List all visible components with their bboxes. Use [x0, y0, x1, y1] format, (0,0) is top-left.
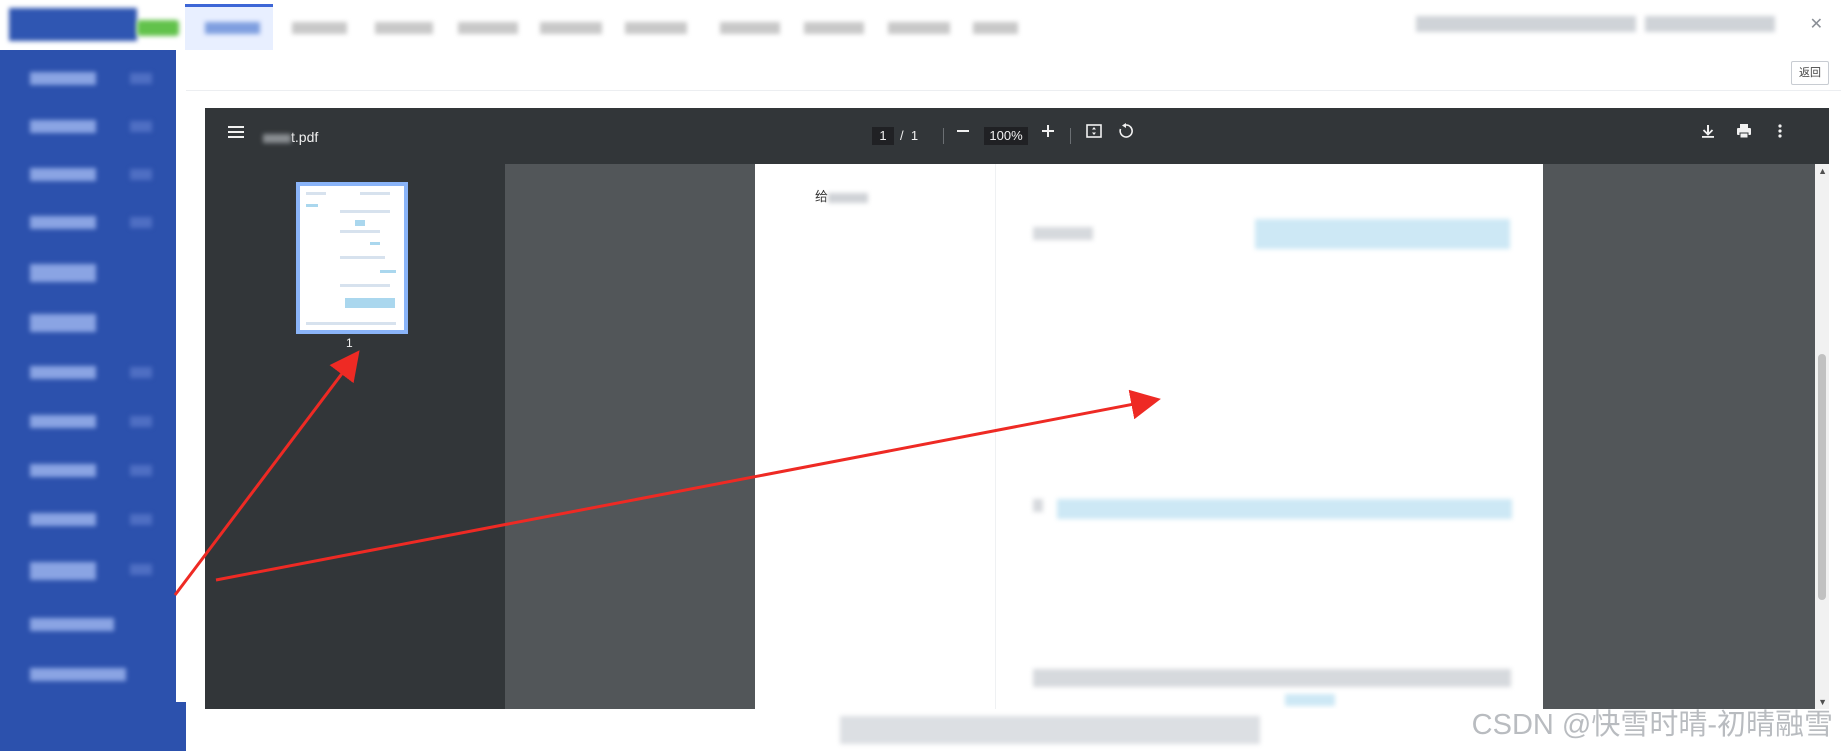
toolbar-divider — [943, 128, 944, 144]
close-icon[interactable]: ✕ — [1810, 14, 1823, 34]
thumb-line — [340, 256, 385, 259]
thumb-line — [306, 204, 318, 207]
sidebar — [0, 50, 186, 751]
chevron-icon — [130, 367, 152, 378]
chevron-icon — [130, 416, 152, 427]
zoom-level[interactable]: 100% — [984, 127, 1028, 145]
sidebar-item[interactable] — [30, 314, 96, 332]
viewer-scrollbar[interactable]: ▲ ▼ — [1815, 164, 1829, 709]
file-name-suffix: t.pdf — [291, 129, 319, 145]
download-icon[interactable] — [1699, 122, 1717, 145]
thumb-line — [340, 210, 390, 213]
page-count: / 1 — [900, 128, 918, 143]
sidebar-item[interactable] — [30, 168, 96, 181]
page-text-redacted — [1285, 694, 1335, 706]
nav-tab-2[interactable] — [292, 22, 347, 34]
nav-tab-9[interactable] — [888, 22, 950, 34]
page-text-redacted — [828, 192, 869, 203]
back-button[interactable]: 返回 — [1791, 61, 1829, 85]
page-text-redacted — [1255, 219, 1510, 249]
thumb-line — [340, 230, 380, 233]
thumb-line — [355, 220, 365, 226]
thumb-line — [306, 192, 326, 195]
page-text-redacted — [1033, 669, 1511, 687]
nav-tab-7[interactable] — [720, 22, 780, 34]
nav-tab-6[interactable] — [625, 22, 687, 34]
sidebar-item[interactable] — [30, 618, 114, 631]
page-number-input[interactable]: 1 — [872, 127, 894, 145]
app-logo[interactable] — [9, 8, 137, 41]
sidebar-item[interactable] — [30, 216, 96, 229]
top-bar: ✕ — [0, 0, 1841, 51]
scroll-up-icon[interactable]: ▲ — [1818, 166, 1827, 176]
thumb-line — [306, 322, 396, 325]
chevron-icon — [130, 217, 152, 228]
nav-tab-8[interactable] — [804, 22, 864, 34]
sidebar-item[interactable] — [30, 562, 96, 580]
sidebar-item[interactable] — [30, 464, 96, 477]
rotate-icon[interactable] — [1117, 122, 1135, 145]
page-total: 1 — [910, 128, 919, 143]
minus-icon[interactable] — [954, 122, 972, 145]
pdf-file-name: t.pdf — [263, 129, 318, 145]
thumb-line — [380, 270, 396, 273]
sidebar-item[interactable] — [30, 264, 96, 282]
action-bar: 返回 — [186, 50, 1841, 91]
chevron-icon — [130, 514, 152, 525]
pdf-viewer: t.pdf 1 / 1 100% 1 给 ▲ ▼ — [205, 108, 1829, 709]
nav-tab-3[interactable] — [375, 22, 433, 34]
print-icon[interactable] — [1735, 122, 1753, 145]
thumb-line — [345, 298, 395, 308]
toolbar-divider — [1070, 128, 1071, 144]
user-menu[interactable] — [1645, 16, 1775, 32]
page-text-redacted — [1033, 227, 1093, 240]
pdf-toolbar: t.pdf 1 / 1 100% — [205, 108, 1829, 164]
nav-tab-10[interactable] — [973, 22, 1018, 34]
chevron-icon — [130, 465, 152, 476]
page-text-redacted — [1033, 499, 1043, 512]
nav-tab-5[interactable] — [540, 22, 602, 34]
sidebar-item[interactable] — [30, 668, 126, 681]
sidebar-item[interactable] — [30, 72, 96, 85]
sidebar-scrollbar[interactable] — [176, 50, 186, 702]
sidebar-item[interactable] — [30, 415, 96, 428]
thumb-line — [340, 284, 390, 287]
thumb-line — [360, 192, 390, 195]
logo-badge — [137, 20, 179, 36]
page-column-divider — [995, 164, 996, 709]
file-name-redacted — [263, 133, 291, 143]
page-separator: / — [900, 128, 904, 143]
sidebar-item[interactable] — [30, 366, 96, 379]
page-thumbnail[interactable] — [296, 182, 408, 334]
chevron-icon — [130, 169, 152, 180]
footer — [840, 716, 1260, 744]
more-vert-icon[interactable] — [1771, 122, 1789, 145]
watermark: CSDN @快雪时晴-初晴融雪 — [1471, 709, 1833, 741]
scrollbar-thumb[interactable] — [1818, 354, 1826, 600]
user-info — [1416, 16, 1636, 32]
plus-icon[interactable] — [1039, 122, 1057, 145]
nav-tab-4[interactable] — [458, 22, 518, 34]
page-text-redacted — [1057, 499, 1512, 519]
thumb-line — [370, 242, 380, 245]
fit-page-icon[interactable] — [1085, 122, 1103, 145]
pdf-page: 给 — [755, 164, 1543, 709]
chevron-icon — [130, 121, 152, 132]
thumbnail-panel: 1 — [205, 164, 505, 709]
sidebar-item[interactable] — [30, 120, 96, 133]
page-first-char: 给 — [815, 189, 829, 204]
chevron-icon — [130, 564, 152, 575]
thumbnail-page-number: 1 — [346, 336, 353, 350]
page-first-text: 给 — [815, 186, 869, 205]
nav-tab-1[interactable] — [205, 22, 260, 34]
sidebar-item[interactable] — [30, 513, 96, 526]
chevron-icon — [130, 73, 152, 84]
menu-icon[interactable] — [227, 123, 245, 146]
